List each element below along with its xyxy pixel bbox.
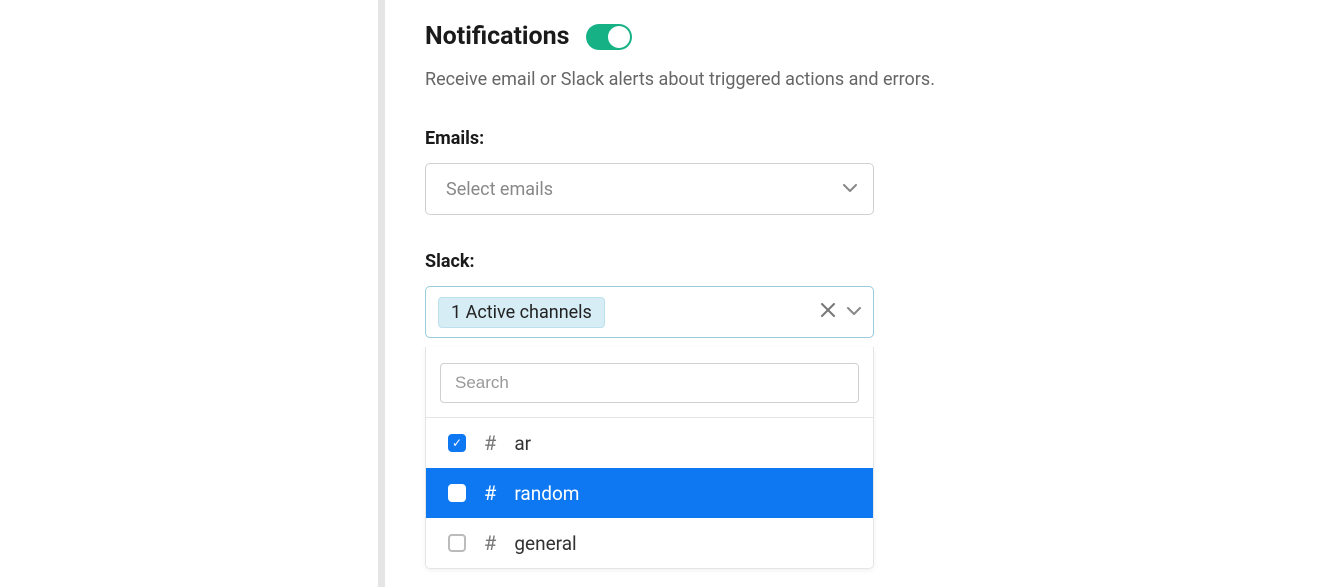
slack-active-chip: 1 Active channels [438, 297, 605, 328]
emails-select[interactable]: Select emails [425, 163, 874, 215]
slack-label: Slack: [425, 251, 1331, 272]
left-gutter [0, 0, 378, 587]
notifications-heading: Notifications [425, 22, 570, 51]
vertical-divider [378, 0, 385, 587]
emails-placeholder: Select emails [446, 179, 553, 200]
option-label: random [514, 482, 579, 505]
toggle-knob [608, 26, 630, 48]
chevron-down-icon[interactable] [847, 304, 861, 320]
option-label: ar [514, 432, 531, 455]
slack-controls [821, 303, 861, 321]
hash-icon: # [484, 531, 496, 555]
slack-select[interactable]: 1 Active channels [425, 286, 874, 338]
search-wrap [426, 347, 873, 417]
search-input[interactable] [440, 363, 859, 403]
checkbox-unchecked[interactable] [448, 534, 466, 552]
check-icon: ✓ [452, 437, 462, 449]
checkbox-checked[interactable]: ✓ [448, 434, 466, 452]
hash-icon: # [484, 481, 496, 505]
heading-row: Notifications [425, 22, 1331, 51]
slack-option-general[interactable]: # general [426, 518, 873, 568]
emails-label: Emails: [425, 128, 1331, 149]
option-label: general [514, 532, 576, 555]
hash-icon: # [484, 431, 496, 455]
slack-option-random[interactable]: # random [426, 468, 873, 518]
slack-dropdown: ✓ # ar # random # general [425, 347, 874, 569]
slack-option-ar[interactable]: ✓ # ar [426, 418, 873, 468]
chevron-down-icon [843, 181, 857, 197]
notifications-description: Receive email or Slack alerts about trig… [425, 69, 1331, 90]
notifications-toggle[interactable] [586, 24, 632, 50]
close-icon[interactable] [821, 303, 835, 321]
option-list: ✓ # ar # random # general [426, 417, 873, 568]
checkbox-unchecked[interactable] [448, 484, 466, 502]
